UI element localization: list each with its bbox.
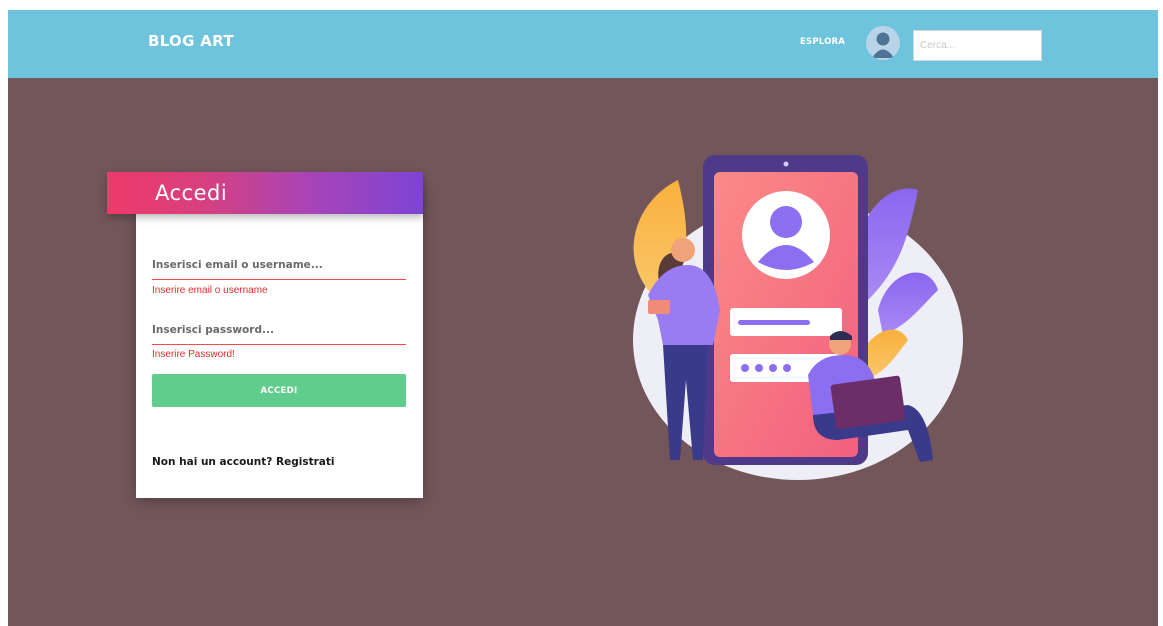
avatar-silhouette-icon — [866, 26, 900, 60]
top-navbar: BLOG ART ESPLORA — [8, 10, 1158, 78]
user-avatar-icon[interactable] — [866, 26, 900, 60]
password-input[interactable] — [152, 321, 406, 345]
login-illustration — [633, 155, 963, 480]
main-content: Inserire email o username Inserire Passw… — [8, 78, 1158, 626]
phone-camera — [783, 161, 789, 167]
brand-logo[interactable]: BLOG ART — [148, 32, 234, 50]
woman-head — [671, 238, 695, 262]
app-frame: BLOG ART ESPLORA Inserire email o userna… — [8, 10, 1158, 626]
password-dot — [769, 364, 777, 372]
username-input[interactable] — [152, 256, 406, 280]
profile-head-icon — [770, 206, 802, 238]
woman-phone — [648, 300, 670, 314]
login-card-header: Accedi — [107, 172, 423, 214]
search-input[interactable] — [913, 30, 1042, 61]
signup-link[interactable]: Registrati — [276, 456, 334, 468]
password-dot — [755, 364, 763, 372]
password-error: Inserire Password! — [152, 349, 235, 360]
username-error: Inserire email o username — [152, 285, 268, 296]
signup-prompt: Non hai un account? Registrati — [152, 456, 335, 468]
signup-prompt-text: Non hai un account? — [152, 456, 273, 468]
password-dot — [783, 364, 791, 372]
login-submit-button[interactable]: ACCEDI — [152, 374, 406, 407]
password-dot — [741, 364, 749, 372]
login-title: Accedi — [155, 181, 228, 205]
form-field-1-bar — [738, 320, 810, 325]
login-card: Inserire email o username Inserire Passw… — [136, 184, 423, 498]
nav-explore-link[interactable]: ESPLORA — [800, 37, 845, 47]
